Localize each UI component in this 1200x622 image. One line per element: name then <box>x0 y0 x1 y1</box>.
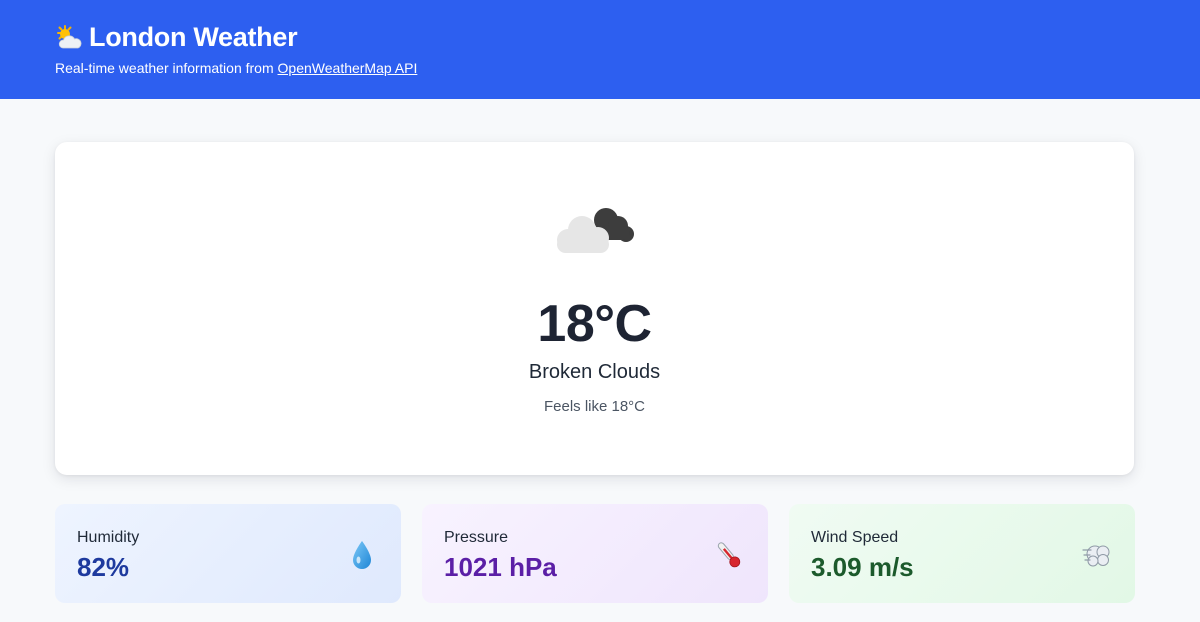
humidity-value: 82% <box>77 552 130 582</box>
feels-like: Feels like 18°C <box>543 398 646 415</box>
app-header: London Weather Real-time weather informa… <box>0 0 1200 99</box>
pressure-card: Pressure 1021 hPa <box>422 504 768 603</box>
wind-speed-label: Wind Speed <box>811 529 899 546</box>
page-title: London Weather <box>55 22 298 53</box>
current-weather-card: 18°C Broken Clouds Feels like 18°C <box>55 142 1134 475</box>
wind-speed-value: 3.09 m/s <box>811 552 914 582</box>
page-subtitle: Real-time weather information from OpenW… <box>55 60 417 76</box>
page-title-text: London Weather <box>89 22 298 52</box>
temperature: 18°C <box>537 295 652 353</box>
thermometer-icon <box>714 539 744 571</box>
wind-icon <box>1081 539 1111 571</box>
humidity-label: Humidity <box>77 529 140 546</box>
openweathermap-link[interactable]: OpenWeatherMap API <box>278 60 418 76</box>
pressure-label: Pressure <box>444 529 509 546</box>
pressure-value: 1021 hPa <box>444 552 557 582</box>
subtitle-text: Real-time weather information from <box>55 60 278 76</box>
broken-clouds-icon <box>554 200 636 256</box>
droplet-icon <box>347 539 377 571</box>
weather-description: Broken Clouds <box>528 361 661 383</box>
sun-behind-cloud-icon <box>55 24 83 52</box>
wind-speed-card: Wind Speed 3.09 m/s <box>789 504 1135 603</box>
humidity-card: Humidity 82% <box>55 504 401 603</box>
